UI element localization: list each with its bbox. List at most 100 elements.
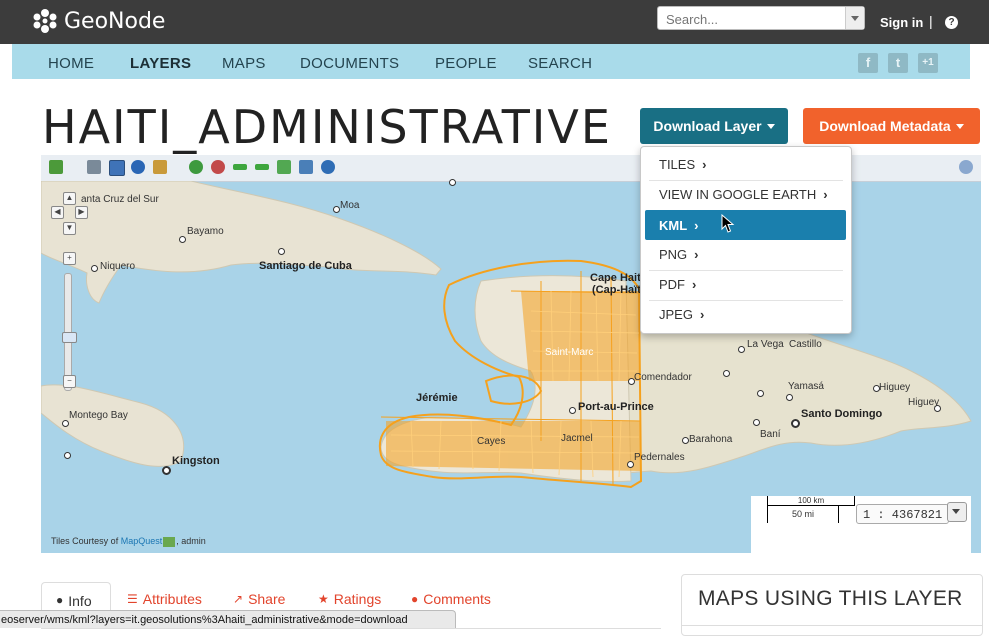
back-icon[interactable] xyxy=(233,164,247,170)
google-plus-icon[interactable]: +1 xyxy=(918,53,938,73)
place-label: Bayamo xyxy=(187,226,224,237)
google-earth-icon[interactable] xyxy=(321,160,335,174)
place-label: Jacmel xyxy=(561,433,593,444)
place-label: Kingston xyxy=(172,455,220,467)
pan-right-icon[interactable]: ▶ xyxy=(75,206,88,219)
scale-select[interactable]: 1 : 4367821 xyxy=(856,504,949,524)
page-title: HAITI_ADMINISTRATIVE xyxy=(42,100,612,154)
search-dropdown-icon[interactable] xyxy=(845,7,864,29)
pan-up-icon[interactable]: ▲ xyxy=(63,192,76,205)
menu-item-label: PNG xyxy=(659,246,688,262)
info-circle-icon: ● xyxy=(56,593,64,607)
scale-bar-mi: 50 mi xyxy=(767,505,839,523)
sign-in-link[interactable]: Sign in xyxy=(880,15,923,30)
download-layer-button[interactable]: Download Layer xyxy=(640,108,788,144)
zoom-extent-icon[interactable] xyxy=(277,160,291,174)
place-label: Montego Bay xyxy=(69,410,128,421)
tab-label: Attributes xyxy=(142,591,202,607)
mapquest-logo-icon xyxy=(163,536,176,547)
menu-item-label: TILES xyxy=(659,156,696,172)
share-icon: ↗ xyxy=(233,592,244,606)
place-dot xyxy=(179,236,186,243)
nav-maps[interactable]: MAPS xyxy=(222,55,266,72)
tab-label: Info xyxy=(68,593,92,609)
nav-layers[interactable]: LAYERS xyxy=(130,55,191,72)
caret-down-icon xyxy=(766,123,775,129)
zoom-in-icon[interactable] xyxy=(189,160,203,174)
pan-left-icon[interactable]: ◀ xyxy=(51,206,64,219)
search-input[interactable] xyxy=(664,8,853,30)
place-label: Moa xyxy=(340,200,360,211)
measure-icon[interactable] xyxy=(153,160,167,174)
panel-divider xyxy=(682,625,982,626)
download-metadata-button[interactable]: Download Metadata xyxy=(803,108,980,144)
zoom-out-icon[interactable] xyxy=(211,160,225,174)
place-label: Barahona xyxy=(689,434,733,445)
table-icon[interactable] xyxy=(299,160,313,174)
geonode-logo[interactable]: GeoNode xyxy=(32,8,165,34)
list-icon: ☰ xyxy=(127,592,138,606)
place-label: Santo Domingo xyxy=(801,408,883,420)
brand-name: GeoNode xyxy=(64,8,166,34)
layers-icon[interactable] xyxy=(49,160,63,174)
nav-documents[interactable]: DOCUMENTS xyxy=(300,55,399,72)
menu-item-jpeg[interactable]: JPEG › xyxy=(645,299,846,329)
place-label: Santiago de Cuba xyxy=(259,260,352,272)
menu-item-label: VIEW IN GOOGLE EARTH xyxy=(659,186,817,202)
browser-status-bar: eoserver/wms/kml?layers=it.geosolutions%… xyxy=(0,610,456,628)
capital-dot xyxy=(791,419,800,428)
place-label: Baní xyxy=(760,429,781,440)
place-dot xyxy=(757,390,764,397)
header-separator: | xyxy=(929,13,933,29)
place-label: Saint-Marc xyxy=(545,347,594,358)
nav-home[interactable]: HOME xyxy=(48,55,94,72)
help-icon[interactable]: ? xyxy=(945,16,958,29)
menu-item-png[interactable]: PNG › xyxy=(645,239,846,269)
print-icon[interactable] xyxy=(87,160,101,174)
pan-icon[interactable] xyxy=(109,160,125,176)
mouse-cursor-icon xyxy=(721,214,735,233)
menu-item-google-earth[interactable]: VIEW IN GOOGLE EARTH › xyxy=(645,179,846,209)
mapquest-link[interactable]: MapQuest xyxy=(121,536,163,546)
place-dot xyxy=(723,370,730,377)
place-label: Pedernales xyxy=(634,452,685,463)
map-attribution: Tiles Courtesy of MapQuest , admin xyxy=(51,536,206,547)
map-help-icon[interactable] xyxy=(959,160,973,174)
zoom-slider-handle[interactable] xyxy=(62,332,77,343)
menu-item-label: PDF xyxy=(659,276,685,292)
place-dot xyxy=(449,179,456,186)
pan-down-icon[interactable]: ▼ xyxy=(63,222,76,235)
place-dot xyxy=(91,265,98,272)
place-label: La Vega xyxy=(747,339,784,350)
star-icon: ★ xyxy=(318,592,329,606)
scale-control: 100 km 50 mi 1 : 4367821 xyxy=(751,496,971,553)
info-icon[interactable] xyxy=(131,160,145,174)
geonode-logo-icon xyxy=(33,9,57,33)
place-dot xyxy=(628,378,635,385)
zoom-out-control[interactable]: − xyxy=(63,375,76,388)
main-nav: HOME LAYERS MAPS DOCUMENTS PEOPLE SEARCH… xyxy=(12,44,970,79)
search-box[interactable] xyxy=(657,6,865,30)
facebook-icon[interactable]: f xyxy=(858,53,878,73)
place-dot xyxy=(333,206,340,213)
download-metadata-label: Download Metadata xyxy=(819,118,951,134)
menu-item-tiles[interactable]: TILES › xyxy=(645,149,846,179)
chevron-right-icon: › xyxy=(692,276,697,292)
zoom-in-control[interactable]: + xyxy=(63,252,76,265)
panel-heading: MAPS USING THIS LAYER xyxy=(698,587,963,610)
place-label: Higuey xyxy=(879,382,911,393)
nav-search[interactable]: SEARCH xyxy=(528,55,592,72)
menu-item-label: JPEG xyxy=(659,306,693,322)
forward-icon[interactable] xyxy=(255,164,269,170)
place-dot xyxy=(627,461,634,468)
menu-item-kml[interactable]: KML › xyxy=(645,210,846,240)
tab-label: Share xyxy=(248,591,286,607)
menu-item-pdf[interactable]: PDF › xyxy=(645,269,846,299)
place-dot xyxy=(278,248,285,255)
nav-people[interactable]: PEOPLE xyxy=(435,55,497,72)
place-dot xyxy=(64,452,71,459)
scale-dropdown-icon[interactable] xyxy=(947,502,967,522)
attribution-text: Tiles Courtesy of xyxy=(51,536,121,546)
twitter-icon[interactable]: t xyxy=(888,53,908,73)
maps-using-layer-panel: MAPS USING THIS LAYER xyxy=(681,574,983,636)
